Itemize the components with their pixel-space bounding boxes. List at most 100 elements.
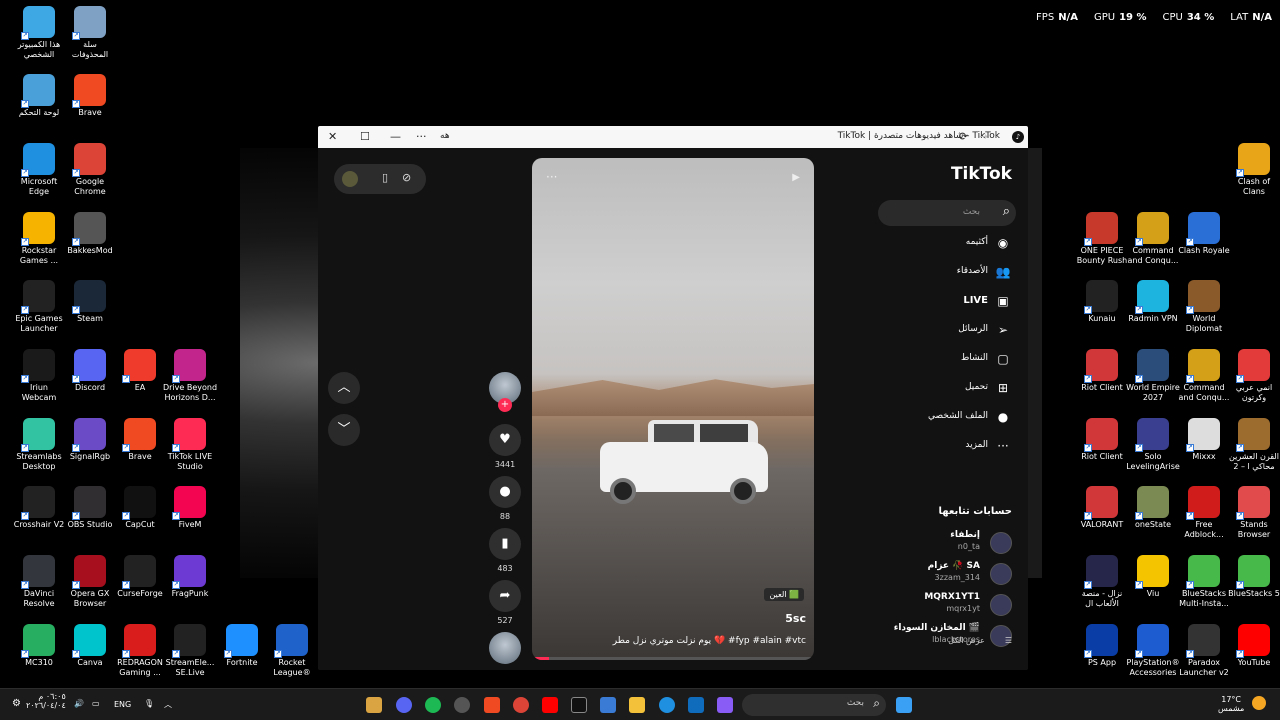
comment-icon[interactable]: ● [489, 476, 521, 508]
maximize-window-button[interactable]: ☐ [360, 130, 370, 143]
desktop-icon-right-14[interactable]: ↗ القرن العشرين 2 – محاكي ا [1224, 418, 1280, 472]
desktop-icon-left-21[interactable]: ↗ FiveM [160, 486, 220, 530]
mini-avatar[interactable] [342, 171, 358, 187]
youtube-taskbar-icon[interactable] [542, 697, 558, 713]
start-button-icon[interactable] [896, 697, 912, 713]
desktop-icon-left-16-icon: ↗ [122, 418, 156, 452]
more-options-button[interactable]: ··· [416, 130, 427, 143]
video-username[interactable]: 5sc [785, 612, 806, 625]
edge-taskbar-icon[interactable] [659, 697, 675, 713]
discord-taskbar-icon[interactable] [396, 697, 412, 713]
share-icon[interactable]: ➦ [489, 580, 521, 612]
video-progress-bar[interactable] [532, 657, 814, 660]
heart-icon[interactable]: ♥ [489, 424, 521, 456]
avatar [990, 594, 1012, 616]
desktop-icon-right-22[interactable]: ↗ BlueStacks 5 [1224, 555, 1280, 599]
search-input[interactable]: بحث ⌕ [878, 200, 1016, 226]
sidebar-item-4[interactable]: النشاط ▢ [852, 350, 1012, 370]
desktop-icon-left-5-icon: ↗ [72, 143, 106, 177]
forward-icon[interactable]: → [979, 130, 988, 143]
desktop-icon-left-3[interactable]: ↗ Brave [60, 74, 120, 118]
video-menu-icon[interactable]: ··· [546, 170, 557, 184]
spotify-taskbar-icon[interactable] [425, 697, 441, 713]
search-icon[interactable]: ⌕ [873, 696, 880, 711]
desktop-icon-right-3[interactable]: ↗ Clash Royale [1174, 212, 1234, 256]
desktop-icon-left-25[interactable]: ↗ FragPunk [160, 555, 220, 599]
desktop-icon-left-7[interactable]: ↗ BakkesMod [60, 212, 120, 256]
desktop-icon-right-6[interactable]: ↗ World Diplomat [1174, 280, 1234, 334]
desktop-icon-left-19-icon: ↗ [72, 486, 106, 520]
creator-avatar[interactable]: + [488, 372, 522, 412]
desktop-icon-left-5[interactable]: ↗ Google Chrome [60, 143, 120, 197]
search-icon[interactable]: ⌕ [1003, 204, 1010, 219]
taskbar-app-icon-1[interactable] [366, 697, 382, 713]
minimize-window-button[interactable]: — [390, 130, 401, 143]
sidebar-item-6[interactable]: الملف الشخصي ● [852, 408, 1012, 428]
reload-icon[interactable]: ⟳ [959, 130, 968, 143]
network-settings-icon[interactable]: ⚙ [12, 698, 21, 709]
following-account[interactable]: إنطفاء n0_ta [842, 530, 1012, 556]
battery-icon[interactable]: ▭ [92, 699, 100, 708]
account-name: MQRX1YT1 [924, 592, 980, 602]
desktop-icon-left-29[interactable]: ↗ StreamEle... SE.Live [160, 624, 220, 678]
taskbar-search-input[interactable]: بحث ⌕ [742, 694, 886, 716]
compass-icon[interactable]: ⊘ [402, 171, 411, 184]
desktop-icon-left-17[interactable]: ↗ TikTok LIVE Studio [160, 418, 220, 472]
messages-icon: ➢ [997, 323, 1009, 337]
speaker-icon[interactable]: 🔊 [74, 699, 84, 708]
weather-widget[interactable]: 17°C مشمس [1218, 695, 1244, 713]
desktop-icon-left-31[interactable]: ↗ Rocket League® [262, 624, 322, 678]
sidebar-item-2[interactable]: LIVE ▣ [852, 292, 1012, 312]
desktop-icon-right-18[interactable]: ↗ Stands Browser [1224, 486, 1280, 540]
desktop-icon-right-10[interactable]: ↗ انمي عربي وكرتون [1224, 349, 1280, 403]
sidebar-item-7[interactable]: المزيد ··· [852, 437, 1012, 457]
previous-video-button[interactable]: ︿ [328, 372, 360, 404]
clock[interactable]: ٠٦:٠٥ م ٢٠٢٦/٠٤/٠٤ [26, 692, 66, 710]
desktop-icon-right-26[interactable]: ↗ YouTube [1224, 624, 1280, 668]
desktop-icon-left-13[interactable]: ↗ Drive Beyond Horizons D... [160, 349, 220, 403]
sidebar-item-label: النشاط [960, 353, 988, 363]
like-action[interactable]: ♥ 3441 [488, 424, 522, 469]
sidebar-item-3[interactable]: الرسائل ➢ [852, 321, 1012, 341]
obs-taskbar-icon[interactable] [454, 697, 470, 713]
desktop-icon-right-0[interactable]: ↗ Clash of Clans [1224, 143, 1280, 197]
location-badge[interactable]: العين 🟩 [764, 588, 804, 601]
desktop-icon-left-29-icon: ↗ [172, 624, 206, 658]
brave-taskbar-icon[interactable] [484, 697, 500, 713]
sidebar-item-5[interactable]: تحميل ⊞ [852, 379, 1012, 399]
mobile-icon[interactable]: ▯ [382, 171, 388, 184]
comment-count: 88 [499, 512, 511, 521]
mic-icon[interactable]: 🎙 [144, 699, 154, 708]
save-action[interactable]: ▮ 483 [488, 528, 522, 573]
sidebar-item-0[interactable]: أكثيمه ◉ [852, 234, 1012, 254]
chrome-taskbar-icon[interactable] [513, 697, 529, 713]
extension-label[interactable]: ﻫﻪ [440, 131, 450, 141]
video-player[interactable]: ··· ▶ العين 🟩 5sc يوم نزلت موتري نزل مطر… [532, 158, 814, 660]
language-indicator[interactable]: ENG [114, 700, 131, 709]
tiktok-logo[interactable]: TikTok [951, 164, 1012, 184]
outlook-taskbar-icon[interactable] [688, 697, 704, 713]
following-account[interactable]: MQRX1YT1 mqrx1yt [842, 592, 1012, 618]
bookmark-icon[interactable]: ▮ [489, 528, 521, 560]
store-taskbar-icon[interactable] [600, 697, 616, 713]
close-window-button[interactable]: ✕ [328, 130, 337, 143]
desktop-icon-right-11-icon: ↗ [1084, 418, 1118, 452]
desktop-icon-left-1[interactable]: ↗ سلة المحذوفات [60, 6, 120, 60]
following-account[interactable]: عزام 🥀 SA 3zzam_314 [842, 561, 1012, 587]
desktop-icon-label: انمي عربي وكرتون [1235, 383, 1273, 402]
next-creator-avatar[interactable] [488, 632, 522, 664]
see-all-link[interactable]: عرض الكل ☰ [928, 636, 1012, 645]
shortcut-arrow-icon: ↗ [1236, 650, 1244, 658]
desktop-icon-left-9[interactable]: ↗ Steam [60, 280, 120, 324]
window-titlebar[interactable]: ✕ ☐ — ··· ﻫﻪ TikTok | شاهد فيديوهات متصد… [318, 126, 1028, 148]
copilot-taskbar-icon[interactable] [717, 697, 733, 713]
tiktok-taskbar-icon[interactable] [571, 697, 587, 713]
sidebar-item-1[interactable]: الأصدقاء 👥 [852, 263, 1012, 283]
follow-plus-icon[interactable]: + [498, 398, 512, 412]
play-icon[interactable]: ▶ [792, 172, 800, 183]
next-video-button[interactable]: ﹀ [328, 414, 360, 446]
explorer-taskbar-icon[interactable] [629, 697, 645, 713]
share-action[interactable]: ➦ 527 [488, 580, 522, 625]
tray-chevron-icon[interactable]: ︿ [164, 699, 172, 710]
comment-action[interactable]: ● 88 [488, 476, 522, 521]
